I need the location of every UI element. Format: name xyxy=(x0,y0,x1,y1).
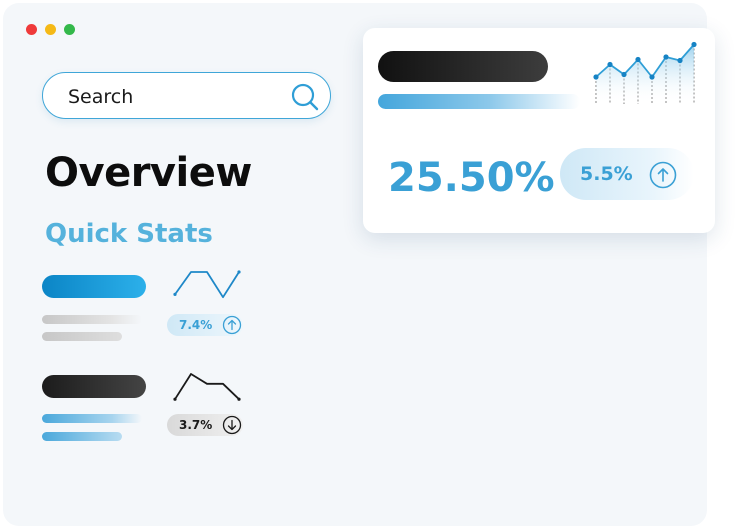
chart-point xyxy=(607,61,613,68)
sparkline-line xyxy=(174,271,240,299)
chart-point xyxy=(621,71,627,78)
stat-title-placeholder xyxy=(42,375,146,398)
stat-line-placeholder xyxy=(42,414,142,423)
search-input[interactable]: Search xyxy=(42,72,331,119)
window-minimize-button[interactable] xyxy=(45,24,56,35)
area-sparkline xyxy=(593,41,697,104)
sparkline xyxy=(173,373,241,401)
search-placeholder: Search xyxy=(68,86,134,108)
search-icon[interactable] xyxy=(290,82,320,112)
arrow-up-icon xyxy=(649,161,677,189)
stat-line-placeholder xyxy=(42,332,122,341)
card-line-placeholder xyxy=(378,94,580,109)
trend-label: 3.7% xyxy=(179,418,213,432)
trend-label: 7.4% xyxy=(179,318,213,332)
sparkline-point xyxy=(237,270,241,274)
sparkline-point xyxy=(173,292,177,296)
chart-point xyxy=(649,74,655,80)
sparkline-point xyxy=(237,397,241,401)
change-badge: 5.5% xyxy=(560,148,694,200)
chart-point xyxy=(691,41,697,48)
chart-point xyxy=(663,54,669,60)
sparkline xyxy=(173,270,241,299)
change-label: 5.5% xyxy=(580,163,633,185)
chart-point xyxy=(593,74,599,80)
trend-badge: 7.4% xyxy=(167,314,243,336)
stat-line-placeholder xyxy=(42,315,142,324)
trend-badge: 3.7% xyxy=(167,414,243,436)
arrow-down-icon xyxy=(222,415,242,435)
page-title: Overview xyxy=(45,150,252,196)
arrow-up-icon xyxy=(222,315,242,335)
sparkline-line xyxy=(174,373,240,401)
window-maximize-button[interactable] xyxy=(64,24,75,35)
section-title: Quick Stats xyxy=(45,219,213,249)
stat-line-placeholder xyxy=(42,432,122,441)
chart-point xyxy=(635,56,641,63)
stat-card[interactable]: 25.50% 5.5% xyxy=(363,28,715,233)
card-title-placeholder xyxy=(378,51,548,82)
sparkline-point xyxy=(173,397,177,401)
stat-value: 25.50% xyxy=(388,155,555,201)
stat-title-placeholder xyxy=(42,275,146,298)
chart-area xyxy=(596,44,694,104)
chart-point xyxy=(677,57,683,64)
window-close-button[interactable] xyxy=(26,24,37,35)
